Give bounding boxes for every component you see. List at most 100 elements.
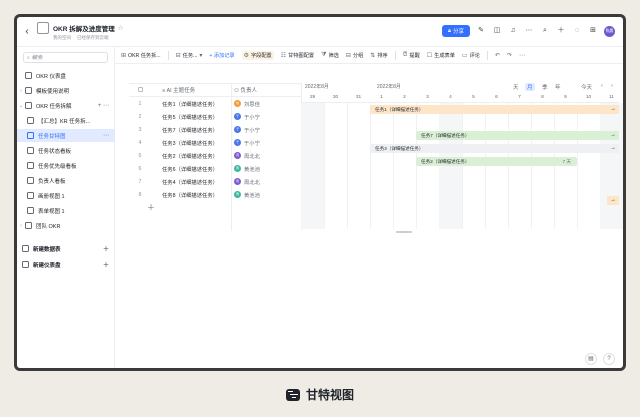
today-button[interactable]: 今天 [581, 83, 592, 91]
scale-month[interactable]: 月 [525, 83, 535, 91]
sidebar-item-label: 新建仪表盘 [33, 262, 61, 269]
location-text[interactable]: 我的空间 [53, 35, 71, 41]
scroll-to-bar-icon[interactable]: → [607, 196, 619, 205]
task-cell[interactable]: 任务4（详细描述任务） [151, 178, 231, 186]
gantt-config-button[interactable]: ☷ 甘特图配置 [281, 52, 314, 59]
task-cell[interactable]: 任务7（详细描述任务） [151, 126, 231, 134]
sidebar-item-gantt[interactable]: 任务甘特图 ⋯ [17, 129, 115, 142]
help-icon[interactable]: ◌ [572, 26, 582, 36]
field-config-button[interactable]: ⚙ 字段配置 [241, 50, 274, 60]
collapse-icon[interactable]: ⊟ [27, 53, 36, 62]
owner-cell[interactable]: 刘刘思佳 [231, 100, 260, 108]
remind-button[interactable]: ⏰︎ 提醒 [403, 52, 420, 59]
sub-view-selector[interactable]: ⊟ 任务... ▾ [176, 52, 203, 59]
task-cell[interactable]: 任务5（详细描述任务） [151, 113, 231, 121]
plus-icon[interactable]: ＋ [103, 260, 109, 269]
gantt-bar[interactable]: 任务7（详细描述任务） [416, 131, 609, 140]
day-label: 3 [426, 95, 429, 100]
owner-cell[interactable]: 于于小宁 [231, 113, 260, 121]
sidebar-item-template-guide[interactable]: › 模板使用说明 [17, 84, 115, 97]
gantt-bar[interactable]: 任务1（详细描述任务） [370, 105, 609, 114]
add-row-icon[interactable]: ＋ [147, 202, 155, 213]
sidebar-item-team-okr[interactable]: › 团队 OKR [17, 219, 115, 232]
sidebar-item-gallery-view[interactable]: 画册视图 1 [17, 189, 115, 202]
sidebar-item-status-board[interactable]: 任务状态看板 [17, 144, 115, 157]
scale-quarter[interactable]: 季 [542, 83, 548, 91]
table-row[interactable]: 6 任务6（详细描述任务）黄黄池池 [129, 162, 301, 175]
new-table-button[interactable]: 新建数据表 ＋ [17, 242, 115, 255]
sidebar-item-okr-tasks[interactable]: ⌄ OKR 任务拆解 + ⋯ [17, 99, 115, 112]
bell-icon[interactable]: ♫ [508, 26, 518, 36]
comment-button[interactable]: ▭ 评论 [462, 52, 480, 59]
scroll-to-bar-icon[interactable]: → [607, 144, 619, 153]
search-icon[interactable]: ⌕ [540, 26, 550, 36]
new-dashboard-button[interactable]: 新建仪表盘 ＋ [17, 258, 115, 271]
add-more-icon[interactable]: + ⋯ [98, 102, 109, 109]
select-all-checkbox[interactable] [137, 86, 143, 92]
scale-year[interactable]: 年 [555, 83, 561, 91]
more-icon[interactable]: ⋯ [103, 132, 109, 139]
help-icon[interactable]: ? [603, 353, 615, 365]
caption: 甘特视图 [0, 386, 640, 403]
cube-icon[interactable]: ◫ [492, 26, 502, 36]
chevron-right-icon[interactable]: › [17, 88, 25, 94]
table-row[interactable]: 7 任务4（详细描述任务）周周北北 [129, 175, 301, 188]
sidebar-item-form-view[interactable]: 表单视图 1 [17, 204, 115, 217]
plus-icon[interactable]: ＋ [103, 244, 109, 253]
group-button[interactable]: ⊟ 分组 [346, 52, 363, 59]
filter-button[interactable]: ⧩ 筛选 [321, 52, 339, 59]
star-icon[interactable]: ☆ [118, 24, 124, 32]
task-cell[interactable]: 任务6（详细描述任务） [151, 165, 231, 173]
toolbar-more-icon[interactable]: ⋯ [519, 52, 525, 59]
sidebar-item-owner-board[interactable]: 负责人看板 [17, 174, 115, 187]
sidebar-item-priority-board[interactable]: 任务优先级看板 [17, 159, 115, 172]
scroll-to-bar-icon[interactable]: → [607, 105, 619, 114]
scroll-to-bar-icon[interactable]: → [607, 131, 619, 140]
view-selector[interactable]: ⊞ OKR 任务拆... [121, 52, 161, 59]
undo-icon[interactable]: ↶ [495, 52, 500, 59]
owner-cell[interactable]: 于于小宁 [231, 126, 260, 134]
owner-cell[interactable]: 周周北北 [231, 178, 260, 186]
gantt-bar[interactable]: 任务3（详细描述任务） [370, 144, 609, 153]
owner-cell[interactable]: 黄黄池池 [231, 191, 260, 199]
sidebar-item-kr-summary[interactable]: 【汇总】KR 任务拆... [17, 114, 115, 127]
back-icon[interactable]: ‹ [17, 26, 37, 37]
search-input[interactable]: ⌕ 搜索 ⊟ [23, 52, 108, 63]
table-row[interactable]: 4 任务3（详细描述任务）于于小宁 [129, 136, 301, 149]
owner-cell[interactable]: 周周北北 [231, 152, 260, 160]
sort-button[interactable]: ⇅ 排序 [370, 52, 387, 59]
file-icon[interactable]: ▤ [585, 353, 597, 365]
task-cell[interactable]: 任务1（详细描述任务） [151, 100, 231, 108]
scale-day[interactable]: 天 [513, 83, 519, 91]
chevron-down-icon[interactable]: ⌄ [17, 103, 25, 109]
owner-cell[interactable]: 黄黄池池 [231, 165, 260, 173]
gantt-bar[interactable]: 任务2（详细描述任务） 7 天 [416, 157, 577, 166]
col-header-task[interactable]: ≡ AI 主题任务 [151, 86, 231, 94]
user-avatar[interactable]: 陈晨 [604, 25, 615, 37]
grid-icon[interactable]: ⊞ [588, 26, 598, 36]
owner-cell[interactable]: 于于小宁 [231, 139, 260, 147]
table-row[interactable]: 3 任务7（详细描述任务）于于小宁 [129, 123, 301, 136]
table-row[interactable]: 2 任务5（详细描述任务）于于小宁 [129, 110, 301, 123]
more-icon[interactable]: ⋯ [524, 26, 534, 36]
generate-form-button[interactable]: ☐ 生成表单 [427, 52, 455, 59]
col-header-owner[interactable]: ⚇ 负责人 [231, 86, 257, 94]
horizontal-scrollbar[interactable] [396, 231, 412, 233]
edit-icon[interactable]: ✎ [476, 26, 486, 36]
redo-icon[interactable]: ↷ [507, 52, 512, 59]
table-row[interactable]: 1 任务1（详细描述任务）刘刘思佳 [129, 97, 301, 110]
table-row[interactable]: 8 任务8（详细描述任务）黄黄池池 [129, 188, 301, 201]
sidebar-item-okr-dashboard[interactable]: OKR 仪表盘 [17, 69, 115, 82]
task-cell[interactable]: 任务8（详细描述任务） [151, 191, 231, 199]
weekend-shade [301, 103, 324, 229]
prev-icon[interactable]: ‹ [601, 83, 603, 89]
share-button[interactable]: 🔒︎ 分享 [442, 25, 470, 37]
chevron-right-icon[interactable]: › [17, 223, 25, 229]
task-cell[interactable]: 任务2（详细描述任务） [151, 152, 231, 160]
task-cell[interactable]: 任务3（详细描述任务） [151, 139, 231, 147]
day-label: 11 [609, 95, 614, 100]
plus-icon[interactable]: ＋ [556, 26, 566, 36]
table-row[interactable]: 5 任务2（详细描述任务）周周北北 [129, 149, 301, 162]
add-record-button[interactable]: + 添加记录 [209, 52, 234, 59]
next-icon[interactable]: › [611, 83, 613, 89]
